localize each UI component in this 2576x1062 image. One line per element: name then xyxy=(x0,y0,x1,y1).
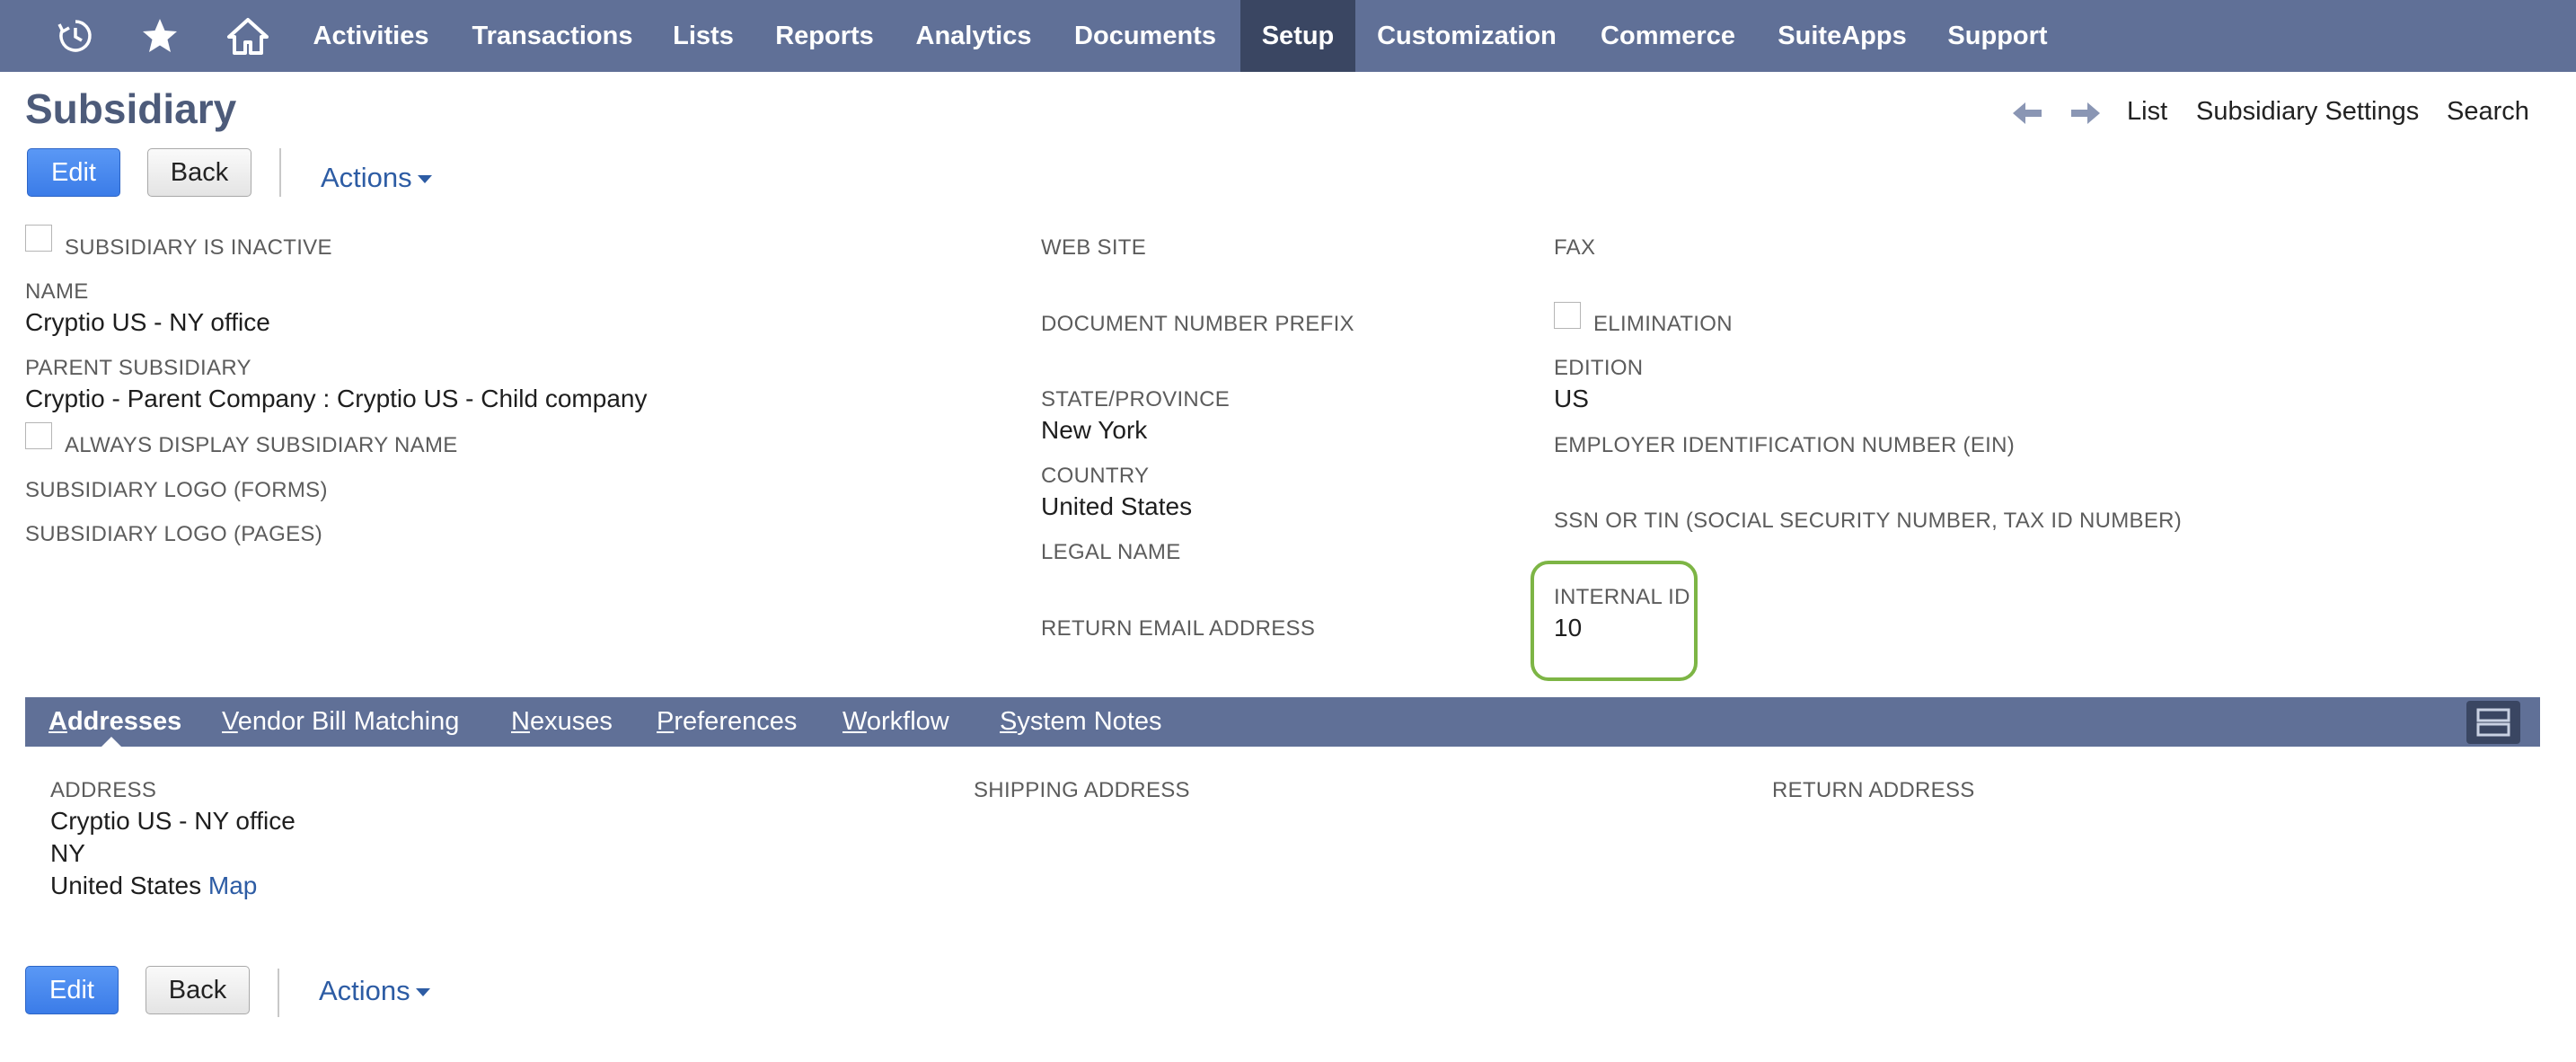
legal-name-label: LEGAL NAME xyxy=(1041,540,1181,564)
tab-vendor-bill-matching-label: endor Bill Matching xyxy=(237,707,460,736)
page-title: Subsidiary xyxy=(25,85,237,132)
logo-forms-label: SUBSIDIARY LOGO (FORMS) xyxy=(25,478,328,502)
name-value: Cryptio US - NY office xyxy=(25,308,270,336)
parent-subsidiary-value: Cryptio - Parent Company : Cryptio US - … xyxy=(25,385,648,412)
shipping-address-label: SHIPPING ADDRESS xyxy=(974,778,1190,802)
chevron-down-icon xyxy=(417,175,432,184)
tab-workflow-accesskey: W xyxy=(842,707,867,736)
state-province-label: STATE/PROVINCE xyxy=(1041,387,1231,412)
country-value: United States xyxy=(1041,492,1193,520)
nav-commerce[interactable]: Commerce xyxy=(1577,0,1759,72)
address-label: ADDRESS xyxy=(50,778,157,802)
back-button-bottom[interactable]: Back xyxy=(146,966,250,1014)
tab-system-notes[interactable]: System Notes xyxy=(1000,697,1162,747)
layout-icon xyxy=(2476,708,2510,737)
actions-label-bottom: Actions xyxy=(319,975,410,1006)
return-address-label: RETURN ADDRESS xyxy=(1772,778,1975,802)
nav-setup[interactable]: Setup xyxy=(1240,0,1355,72)
subsidiary-inactive-checkbox[interactable] xyxy=(25,225,52,252)
web-site-label: WEB SITE xyxy=(1041,235,1147,260)
star-icon[interactable] xyxy=(135,11,185,61)
address-line-3: United States Map xyxy=(50,872,257,900)
ein-label: EMPLOYER IDENTIFICATION NUMBER (EIN) xyxy=(1554,433,2016,457)
name-label: NAME xyxy=(25,279,89,304)
nav-suiteapps[interactable]: SuiteApps xyxy=(1769,0,1915,72)
search-link[interactable]: Search xyxy=(2447,97,2529,127)
back-button[interactable]: Back xyxy=(147,148,251,197)
tab-system-notes-label: ystem Notes xyxy=(1017,707,1162,736)
internal-id-value: 10 xyxy=(1554,614,1583,642)
return-email-label: RETURN EMAIL ADDRESS xyxy=(1041,616,1316,641)
button-divider-bottom xyxy=(278,969,279,1017)
state-province-value: New York xyxy=(1041,416,1148,444)
edition-label: EDITION xyxy=(1554,356,1644,380)
address-line-2: NY xyxy=(50,839,85,867)
address-country: United States xyxy=(50,872,202,899)
previous-record-arrow-icon[interactable] xyxy=(2009,95,2045,131)
nav-lists[interactable]: Lists xyxy=(656,0,751,72)
internal-id-label: INTERNAL ID xyxy=(1554,585,1690,609)
tab-preferences-accesskey: P xyxy=(657,707,675,736)
subsidiary-settings-link[interactable]: Subsidiary Settings xyxy=(2196,97,2419,127)
tab-preferences-label: references xyxy=(674,707,798,736)
ssn-tin-label: SSN OR TIN (SOCIAL SECURITY NUMBER, TAX … xyxy=(1554,509,2183,533)
tab-preferences[interactable]: Preferences xyxy=(657,697,797,747)
tab-addresses-accesskey: A xyxy=(49,707,67,736)
elimination-checkbox[interactable] xyxy=(1554,302,1581,329)
tab-workflow-label: orkflow xyxy=(866,707,949,736)
nav-transactions[interactable]: Transactions xyxy=(454,0,650,72)
nav-documents[interactable]: Documents xyxy=(1062,0,1229,72)
layout-toggle-button[interactable] xyxy=(2466,701,2520,744)
recent-records-icon[interactable] xyxy=(50,11,101,61)
next-record-arrow-icon[interactable] xyxy=(2068,95,2104,131)
subsidiary-inactive-label: SUBSIDIARY IS INACTIVE xyxy=(65,235,332,260)
tab-nexuses[interactable]: Nexuses xyxy=(511,697,613,747)
nav-activities[interactable]: Activities xyxy=(296,0,446,72)
fax-label: FAX xyxy=(1554,235,1596,260)
home-icon[interactable] xyxy=(223,11,273,61)
tab-nexuses-label: exuses xyxy=(529,707,613,736)
nav-support[interactable]: Support xyxy=(1928,0,2068,72)
edit-button[interactable]: Edit xyxy=(27,148,120,197)
button-divider xyxy=(279,148,281,197)
document-number-prefix-label: DOCUMENT NUMBER PREFIX xyxy=(1041,312,1354,336)
nav-customization[interactable]: Customization xyxy=(1367,0,1566,72)
chevron-down-icon xyxy=(415,988,430,997)
active-tab-pointer xyxy=(101,737,122,748)
logo-pages-label: SUBSIDIARY LOGO (PAGES) xyxy=(25,522,322,546)
map-link[interactable]: Map xyxy=(208,872,257,899)
tab-vendor-bill-matching-accesskey: V xyxy=(222,707,238,736)
parent-subsidiary-label: PARENT SUBSIDIARY xyxy=(25,356,251,380)
always-display-name-checkbox[interactable] xyxy=(25,422,52,449)
actions-menu[interactable]: Actions xyxy=(321,162,432,194)
tab-workflow[interactable]: Workflow xyxy=(842,697,949,747)
list-link[interactable]: List xyxy=(2127,97,2167,127)
actions-menu-bottom[interactable]: Actions xyxy=(319,975,430,1007)
elimination-label: ELIMINATION xyxy=(1593,312,1733,336)
actions-label: Actions xyxy=(321,162,412,193)
always-display-name-label: ALWAYS DISPLAY SUBSIDIARY NAME xyxy=(65,433,458,457)
subtab-bar: Addresses Vendor Bill Matching Nexuses P… xyxy=(25,697,2540,747)
edit-button-bottom[interactable]: Edit xyxy=(25,966,119,1014)
edition-value: US xyxy=(1554,385,1589,412)
tab-nexuses-accesskey: N xyxy=(511,707,530,736)
nav-reports[interactable]: Reports xyxy=(762,0,887,72)
country-label: COUNTRY xyxy=(1041,464,1150,488)
tab-system-notes-accesskey: S xyxy=(1000,707,1018,736)
top-navigation-bar: Activities Transactions Lists Reports An… xyxy=(0,0,2576,72)
nav-analytics[interactable]: Analytics xyxy=(896,0,1051,72)
tab-vendor-bill-matching[interactable]: Vendor Bill Matching xyxy=(222,697,459,747)
tab-addresses-label: ddresses xyxy=(66,707,182,736)
address-line-1: Cryptio US - NY office xyxy=(50,807,296,835)
